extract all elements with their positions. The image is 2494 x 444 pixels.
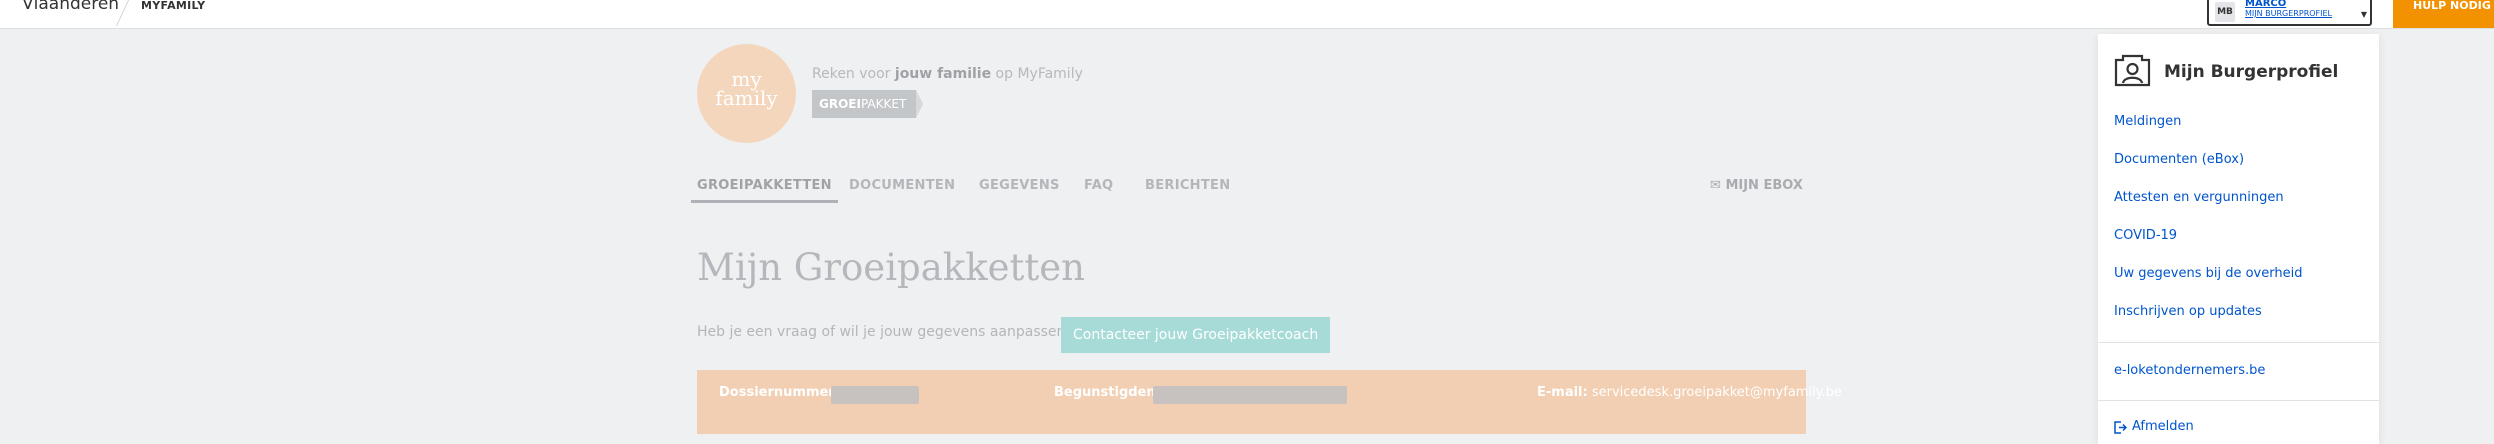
ebox-label: MIJN EBOX bbox=[1725, 178, 1803, 193]
dossier-value-redacted bbox=[831, 386, 919, 404]
avatar: MB bbox=[2215, 2, 2235, 22]
burgerprofiel-button[interactable]: MB MARCO MIJN BURGERPROFIEL ▼ bbox=[2207, 0, 2372, 26]
email-label: E-mail: bbox=[1537, 385, 1588, 400]
myfamily-logo[interactable]: my family bbox=[697, 44, 796, 143]
burgerprofiel-dropdown: Mijn Burgerprofiel Meldingen Documenten … bbox=[2098, 34, 2379, 444]
top-header: Vlaanderen MYFAMILY MB MARCO MIJN BURGER… bbox=[0, 0, 2494, 29]
chevron-down-icon: ▼ bbox=[2360, 10, 2367, 19]
dossier-bar: Dossiernummer: Begunstigden: E-mail: ser… bbox=[697, 370, 1842, 434]
tab-documenten[interactable]: DOCUMENTEN bbox=[849, 178, 955, 193]
help-button-label: HULP NODIG bbox=[2413, 0, 2491, 12]
link-afmelden[interactable]: Afmelden bbox=[2132, 419, 2194, 434]
tag-tip bbox=[916, 90, 923, 118]
dossier-label: Dossiernummer: bbox=[719, 385, 840, 400]
logout-icon bbox=[2114, 421, 2127, 434]
app-name[interactable]: MYFAMILY bbox=[141, 0, 205, 12]
tab-gegevens[interactable]: GEGEVENS bbox=[979, 178, 1060, 193]
tab-berichten[interactable]: BERICHTEN bbox=[1145, 178, 1230, 193]
email-value[interactable]: servicedesk.groeipakket@myfamily.be bbox=[1592, 385, 1842, 400]
beneficiaries-label: Begunstigden: bbox=[1054, 385, 1161, 400]
panel-divider bbox=[2098, 400, 2379, 401]
groeipakket-tag: GROEIPAKKET bbox=[812, 90, 923, 118]
profile-name[interactable]: MARCO bbox=[2245, 0, 2286, 9]
tagline-post: op MyFamily bbox=[991, 66, 1083, 82]
profile-subtitle[interactable]: MIJN BURGERPROFIEL bbox=[2245, 9, 2332, 18]
mijn-ebox-link[interactable]: ✉ MIJN EBOX bbox=[1710, 178, 1803, 193]
question-text: Heb je een vraag of wil je jouw gegevens… bbox=[697, 324, 1073, 340]
tab-faq[interactable]: FAQ bbox=[1084, 178, 1113, 193]
tag-bold: GROEI bbox=[819, 97, 861, 111]
tag-rest: PAKKET bbox=[860, 97, 907, 111]
beneficiaries-value-redacted bbox=[1153, 386, 1347, 404]
hero-tagline: Reken voor jouw familie op MyFamily bbox=[812, 66, 1083, 82]
link-covid19[interactable]: COVID-19 bbox=[2114, 228, 2177, 243]
panel-divider bbox=[2098, 342, 2379, 343]
logo-text-family: family bbox=[715, 86, 778, 110]
tagline-bold: jouw familie bbox=[894, 66, 992, 82]
link-inschrijven-updates[interactable]: Inschrijven op updates bbox=[2114, 304, 2262, 319]
profile-card-icon bbox=[2114, 54, 2151, 87]
link-attesten[interactable]: Attesten en vergunningen bbox=[2114, 190, 2284, 205]
help-button[interactable]: HULP NODIG bbox=[2393, 0, 2494, 28]
mail-icon: ✉ bbox=[1710, 178, 1721, 193]
vlaanderen-logo-text[interactable]: Vlaanderen bbox=[22, 0, 119, 14]
link-documenten-ebox[interactable]: Documenten (eBox) bbox=[2114, 152, 2244, 167]
link-e-loket-ondernemers[interactable]: e-loketondernemers.be bbox=[2114, 363, 2265, 378]
tagline-pre: Reken voor bbox=[812, 66, 895, 82]
link-uw-gegevens[interactable]: Uw gegevens bij de overheid bbox=[2114, 266, 2302, 281]
tab-groeipakketten[interactable]: GROEIPAKKETTEN bbox=[691, 178, 838, 203]
panel-title: Mijn Burgerprofiel bbox=[2164, 62, 2339, 82]
page-title: Mijn Groeipakketten bbox=[697, 246, 1085, 289]
link-meldingen[interactable]: Meldingen bbox=[2114, 114, 2181, 129]
contact-coach-button[interactable]: Contacteer jouw Groeipakketcoach bbox=[1061, 317, 1331, 353]
email-info: E-mail: servicedesk.groeipakket@myfamily… bbox=[1537, 385, 1842, 400]
